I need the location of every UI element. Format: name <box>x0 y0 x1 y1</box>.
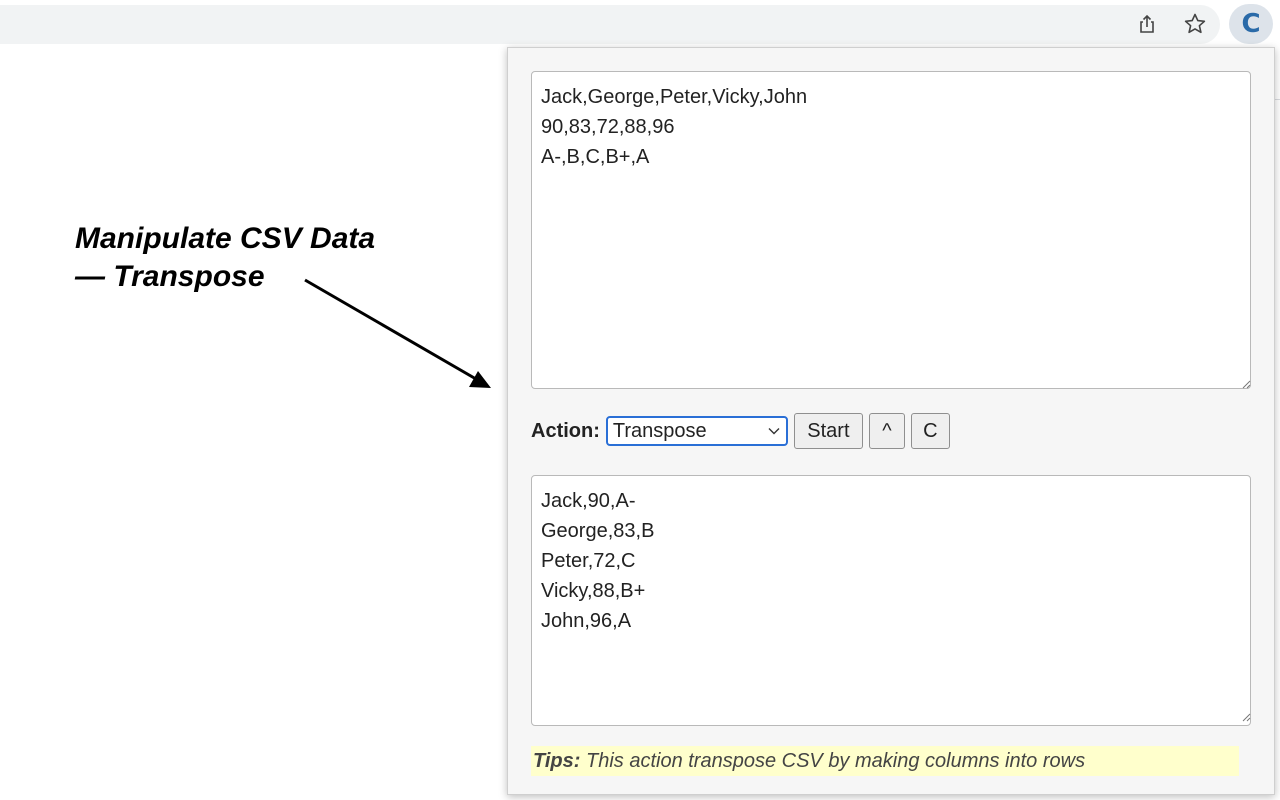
extension-popup: Jack,George,Peter,Vicky,John 90,83,72,88… <box>507 47 1275 795</box>
browser-toolbar: C <box>0 0 1280 48</box>
star-icon[interactable] <box>1180 9 1210 39</box>
extension-icon[interactable]: C <box>1229 4 1273 44</box>
start-button[interactable]: Start <box>793 413 863 449</box>
action-select[interactable]: Transpose <box>605 416 788 446</box>
action-select-value: Transpose <box>612 420 707 442</box>
extension-letter: C <box>1241 9 1261 39</box>
move-up-button[interactable]: ^ <box>868 413 905 449</box>
resize-grip-icon[interactable] <box>1241 712 1251 722</box>
csv-input-textarea[interactable]: Jack,George,Peter,Vicky,John 90,83,72,88… <box>531 71 1251 389</box>
action-label: Action: <box>531 419 600 442</box>
csv-output-textarea[interactable]: Jack,90,A- George,83,B Peter,72,C Vicky,… <box>531 475 1251 726</box>
tips-box: Tips: This action transpose CSV by makin… <box>531 746 1239 776</box>
tips-label: Tips: <box>533 750 581 772</box>
annotation-caption: Manipulate CSV Data — Transpose <box>75 220 375 296</box>
tips-text: This action transpose CSV by making colu… <box>580 750 1086 772</box>
action-row: Action: Transpose Start ^ C <box>531 413 956 449</box>
address-bar[interactable] <box>0 5 1220 44</box>
annotation-line-1: Manipulate CSV Data <box>75 222 376 255</box>
annotation-line-2: — Transpose <box>75 260 265 293</box>
share-icon[interactable] <box>1132 9 1162 39</box>
resize-grip-icon[interactable] <box>1241 379 1251 389</box>
chevron-down-icon <box>768 428 780 435</box>
clear-button[interactable]: C <box>910 413 950 449</box>
